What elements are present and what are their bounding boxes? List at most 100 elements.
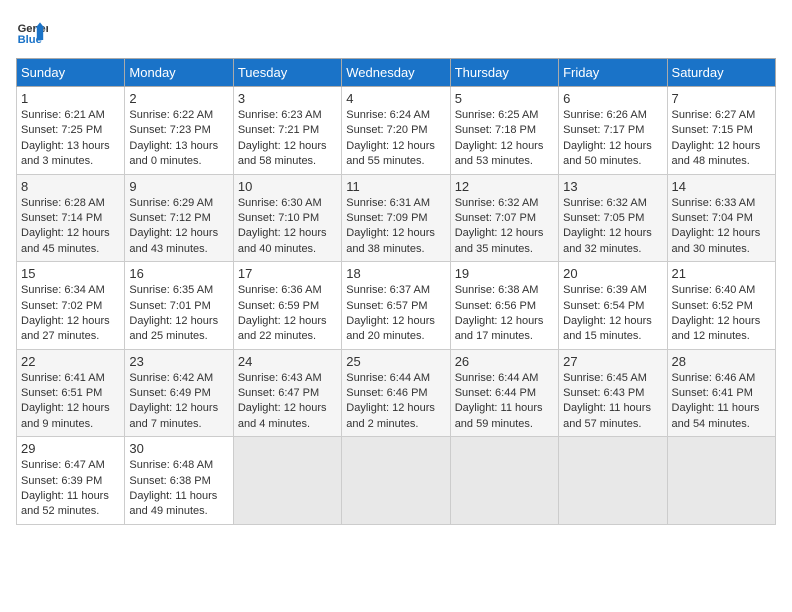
day-number: 29 <box>21 441 120 456</box>
day-info: Sunrise: 6:41 AMSunset: 6:51 PMDaylight:… <box>21 371 120 433</box>
day-number: 3 <box>238 91 337 106</box>
calendar-day-cell: 9 Sunrise: 6:29 AMSunset: 7:12 PMDaylight… <box>125 174 233 262</box>
calendar-day-cell: 26Sunrise: 6:44 AMSunset: 6:44 PMDayligh… <box>450 349 558 437</box>
weekday-header: Friday <box>559 59 667 87</box>
day-number: 27 <box>563 354 662 369</box>
day-number: 18 <box>346 266 445 281</box>
calendar-day-cell: 29 Sunrise: 6:47 AMSunset: 6:39 PMDayligh… <box>17 437 125 525</box>
day-number: 28 <box>672 354 771 369</box>
calendar-day-cell <box>342 437 450 525</box>
day-info: Sunrise: 6:28 AMSunset: 7:14 PMDaylight:… <box>21 196 120 258</box>
page-header: General Blue <box>16 16 776 48</box>
day-info: Sunrise: 6:48 AMSunset: 6:38 PMDaylight:… <box>129 458 228 520</box>
day-info: Sunrise: 6:29 AMSunset: 7:12 PMDaylight:… <box>129 196 228 258</box>
calendar-day-cell: 2 Sunrise: 6:22 AMSunset: 7:23 PMDaylight… <box>125 87 233 175</box>
day-number: 23 <box>129 354 228 369</box>
calendar-day-cell: 27 Sunrise: 6:45 AMSunset: 6:43 PMDayligh… <box>559 349 667 437</box>
day-number: 14 <box>672 179 771 194</box>
calendar-week-row: 8 Sunrise: 6:28 AMSunset: 7:14 PMDaylight… <box>17 174 776 262</box>
day-number: 24 <box>238 354 337 369</box>
calendar-day-cell: 15 Sunrise: 6:34 AMSunset: 7:02 PMDayligh… <box>17 262 125 350</box>
calendar-day-cell: 19 Sunrise: 6:38 AMSunset: 6:56 PMDayligh… <box>450 262 558 350</box>
weekday-header: Saturday <box>667 59 775 87</box>
day-info: Sunrise: 6:35 AMSunset: 7:01 PMDaylight:… <box>129 283 228 345</box>
calendar-day-cell: 28Sunrise: 6:46 AMSunset: 6:41 PMDayligh… <box>667 349 775 437</box>
day-number: 4 <box>346 91 445 106</box>
day-number: 12 <box>455 179 554 194</box>
calendar-day-cell: 14 Sunrise: 6:33 AMSunset: 7:04 PMDayligh… <box>667 174 775 262</box>
weekday-header: Sunday <box>17 59 125 87</box>
day-number: 9 <box>129 179 228 194</box>
calendar-day-cell: 12 Sunrise: 6:32 AMSunset: 7:07 PMDayligh… <box>450 174 558 262</box>
calendar-day-cell: 8 Sunrise: 6:28 AMSunset: 7:14 PMDaylight… <box>17 174 125 262</box>
day-number: 22 <box>21 354 120 369</box>
day-number: 5 <box>455 91 554 106</box>
day-number: 15 <box>21 266 120 281</box>
day-number: 7 <box>672 91 771 106</box>
calendar-week-row: 1Sunrise: 6:21 AMSunset: 7:25 PMDaylight… <box>17 87 776 175</box>
day-info: Sunrise: 6:32 AMSunset: 7:07 PMDaylight:… <box>455 196 554 258</box>
day-info: Sunrise: 6:31 AMSunset: 7:09 PMDaylight:… <box>346 196 445 258</box>
calendar-day-cell: 16 Sunrise: 6:35 AMSunset: 7:01 PMDayligh… <box>125 262 233 350</box>
calendar-day-cell <box>559 437 667 525</box>
day-number: 30 <box>129 441 228 456</box>
day-info: Sunrise: 6:38 AMSunset: 6:56 PMDaylight:… <box>455 283 554 345</box>
calendar-day-cell: 11 Sunrise: 6:31 AMSunset: 7:09 PMDayligh… <box>342 174 450 262</box>
day-info: Sunrise: 6:40 AMSunset: 6:52 PMDaylight:… <box>672 283 771 345</box>
day-info: Sunrise: 6:26 AMSunset: 7:17 PMDaylight:… <box>563 108 662 170</box>
logo-icon: General Blue <box>16 16 48 48</box>
calendar-day-cell: 30 Sunrise: 6:48 AMSunset: 6:38 PMDayligh… <box>125 437 233 525</box>
day-number: 17 <box>238 266 337 281</box>
calendar-day-cell: 21 Sunrise: 6:40 AMSunset: 6:52 PMDayligh… <box>667 262 775 350</box>
day-number: 11 <box>346 179 445 194</box>
day-number: 21 <box>672 266 771 281</box>
calendar-day-cell: 25 Sunrise: 6:44 AMSunset: 6:46 PMDayligh… <box>342 349 450 437</box>
day-info: Sunrise: 6:47 AMSunset: 6:39 PMDaylight:… <box>21 458 120 520</box>
calendar-week-row: 29 Sunrise: 6:47 AMSunset: 6:39 PMDayligh… <box>17 437 776 525</box>
day-info: Sunrise: 6:43 AMSunset: 6:47 PMDaylight:… <box>238 371 337 433</box>
calendar-day-cell: 18 Sunrise: 6:37 AMSunset: 6:57 PMDayligh… <box>342 262 450 350</box>
calendar-table: SundayMondayTuesdayWednesdayThursdayFrid… <box>16 58 776 525</box>
calendar-week-row: 22 Sunrise: 6:41 AMSunset: 6:51 PMDayligh… <box>17 349 776 437</box>
day-info: Sunrise: 6:45 AMSunset: 6:43 PMDaylight:… <box>563 371 662 433</box>
day-number: 2 <box>129 91 228 106</box>
day-number: 25 <box>346 354 445 369</box>
calendar-day-cell: 7 Sunrise: 6:27 AMSunset: 7:15 PMDaylight… <box>667 87 775 175</box>
day-number: 16 <box>129 266 228 281</box>
calendar-day-cell: 1Sunrise: 6:21 AMSunset: 7:25 PMDaylight… <box>17 87 125 175</box>
calendar-day-cell <box>450 437 558 525</box>
calendar-day-cell: 22 Sunrise: 6:41 AMSunset: 6:51 PMDayligh… <box>17 349 125 437</box>
day-info: Sunrise: 6:34 AMSunset: 7:02 PMDaylight:… <box>21 283 120 345</box>
day-info: Sunrise: 6:21 AMSunset: 7:25 PMDaylight:… <box>21 108 120 170</box>
day-number: 8 <box>21 179 120 194</box>
calendar-day-cell: 3 Sunrise: 6:23 AMSunset: 7:21 PMDaylight… <box>233 87 341 175</box>
day-info: Sunrise: 6:23 AMSunset: 7:21 PMDaylight:… <box>238 108 337 170</box>
day-number: 13 <box>563 179 662 194</box>
weekday-header: Tuesday <box>233 59 341 87</box>
day-info: Sunrise: 6:39 AMSunset: 6:54 PMDaylight:… <box>563 283 662 345</box>
day-info: Sunrise: 6:30 AMSunset: 7:10 PMDaylight:… <box>238 196 337 258</box>
day-info: Sunrise: 6:24 AMSunset: 7:20 PMDaylight:… <box>346 108 445 170</box>
weekday-header: Monday <box>125 59 233 87</box>
calendar-day-cell <box>667 437 775 525</box>
weekday-header: Wednesday <box>342 59 450 87</box>
day-number: 6 <box>563 91 662 106</box>
logo: General Blue <box>16 16 52 48</box>
day-number: 26 <box>455 354 554 369</box>
day-info: Sunrise: 6:37 AMSunset: 6:57 PMDaylight:… <box>346 283 445 345</box>
day-number: 10 <box>238 179 337 194</box>
calendar-header-row: SundayMondayTuesdayWednesdayThursdayFrid… <box>17 59 776 87</box>
day-info: Sunrise: 6:32 AMSunset: 7:05 PMDaylight:… <box>563 196 662 258</box>
calendar-day-cell: 24 Sunrise: 6:43 AMSunset: 6:47 PMDayligh… <box>233 349 341 437</box>
day-info: Sunrise: 6:33 AMSunset: 7:04 PMDaylight:… <box>672 196 771 258</box>
day-info: Sunrise: 6:44 AMSunset: 6:46 PMDaylight:… <box>346 371 445 433</box>
calendar-day-cell: 5Sunrise: 6:25 AMSunset: 7:18 PMDaylight… <box>450 87 558 175</box>
day-info: Sunrise: 6:22 AMSunset: 7:23 PMDaylight:… <box>129 108 228 170</box>
day-number: 19 <box>455 266 554 281</box>
day-info: Sunrise: 6:27 AMSunset: 7:15 PMDaylight:… <box>672 108 771 170</box>
calendar-day-cell: 17 Sunrise: 6:36 AMSunset: 6:59 PMDayligh… <box>233 262 341 350</box>
calendar-day-cell <box>233 437 341 525</box>
day-info: Sunrise: 6:42 AMSunset: 6:49 PMDaylight:… <box>129 371 228 433</box>
day-info: Sunrise: 6:36 AMSunset: 6:59 PMDaylight:… <box>238 283 337 345</box>
calendar-day-cell: 23 Sunrise: 6:42 AMSunset: 6:49 PMDayligh… <box>125 349 233 437</box>
